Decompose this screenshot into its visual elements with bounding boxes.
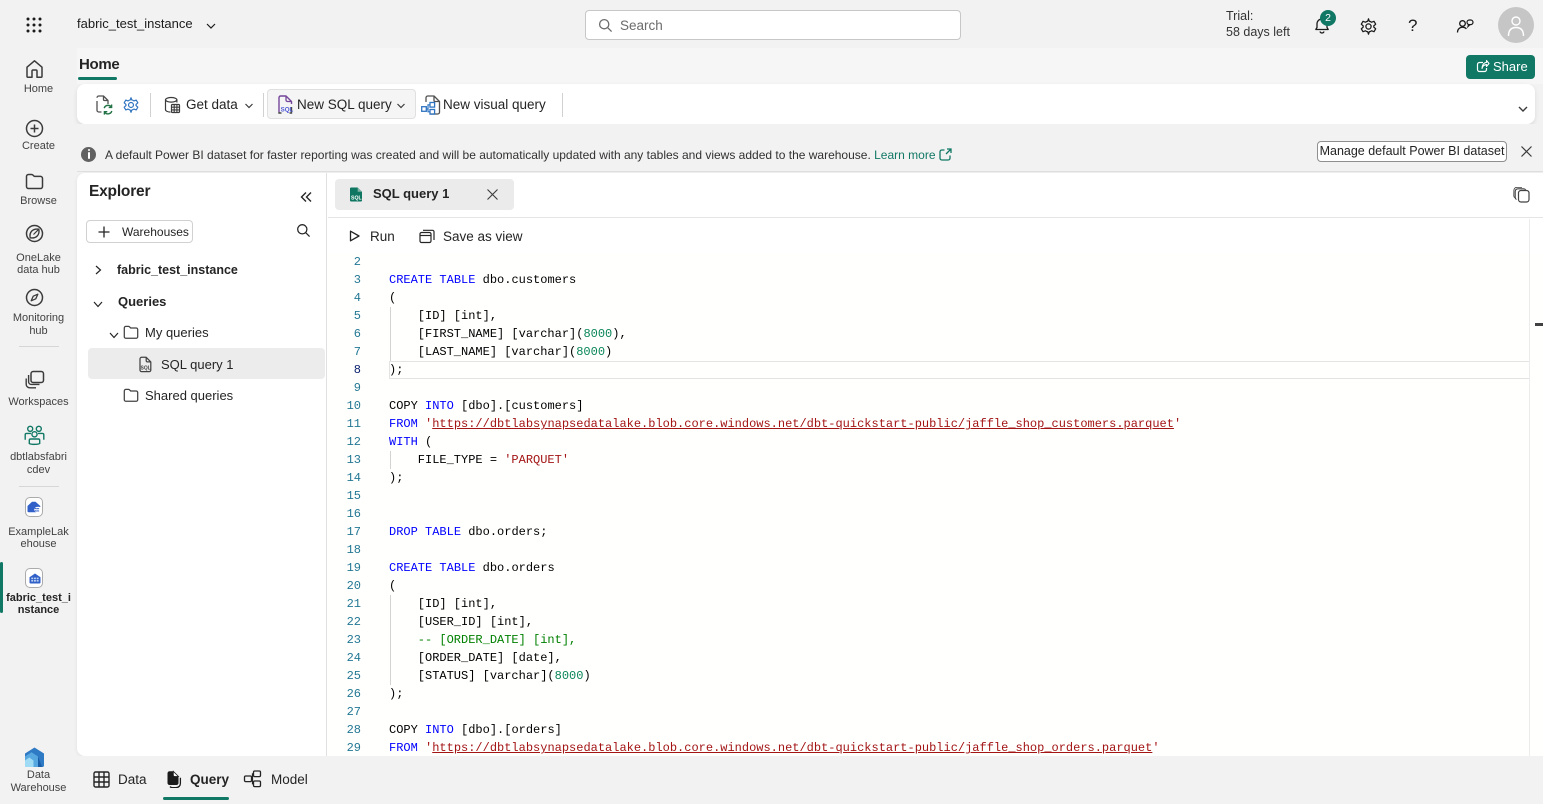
svg-text:SQL: SQL: [351, 196, 362, 202]
svg-text:SQL: SQL: [141, 365, 151, 371]
svg-text:SQL: SQL: [281, 107, 294, 114]
